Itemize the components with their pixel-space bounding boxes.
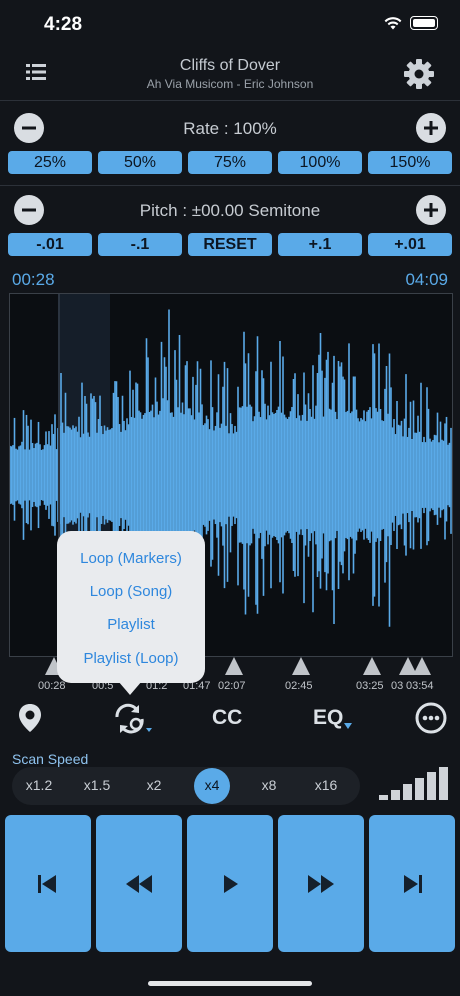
- scan-option-x16[interactable]: x16: [306, 777, 346, 793]
- marker-label: 02:07: [218, 680, 246, 692]
- play-button[interactable]: [187, 815, 273, 952]
- rate-preset-25-button[interactable]: 25%: [8, 151, 92, 174]
- wifi-icon: [384, 16, 402, 29]
- marker-label: 03:25: [356, 680, 384, 692]
- plus-icon: [424, 121, 438, 135]
- pitch-increase-button[interactable]: [416, 195, 446, 225]
- rate-presets: 25% 50% 75% 100% 150%: [8, 151, 452, 174]
- rate-increase-button[interactable]: [416, 113, 446, 143]
- pitch-label: Pitch : ±00.00 Semitone: [139, 201, 321, 220]
- rate-preset-100-button[interactable]: 100%: [278, 151, 362, 174]
- eq-label: EQ: [313, 706, 344, 729]
- loop-mode-button[interactable]: [112, 702, 156, 741]
- more-options-icon[interactable]: [415, 702, 447, 739]
- previous-track-button[interactable]: [5, 815, 91, 952]
- fast-forward-button[interactable]: [278, 815, 364, 952]
- rewind-icon: [126, 874, 152, 893]
- pitch-presets: -.01 -.1 RESET +.1 +.01: [8, 233, 452, 256]
- scan-speed-label: Scan Speed: [12, 751, 89, 767]
- rewind-button[interactable]: [96, 815, 182, 952]
- plus-icon: [424, 203, 438, 217]
- repeat-icon: [115, 703, 152, 734]
- scan-option-x8[interactable]: x8: [249, 777, 289, 793]
- rate-preset-50-button[interactable]: 50%: [98, 151, 182, 174]
- marker-triangle[interactable]: [292, 657, 310, 675]
- song-title: Cliffs of Dover: [179, 57, 281, 74]
- scan-option-x1.2[interactable]: x1.2: [19, 777, 59, 793]
- rate-label: Rate : 100%: [183, 119, 277, 138]
- current-time: 00:28: [12, 270, 55, 289]
- marker-label: 00:28: [38, 680, 66, 692]
- play-icon: [224, 874, 238, 893]
- playlist-loop-option[interactable]: Playlist (Loop): [57, 650, 205, 667]
- scan-option-x4[interactable]: x4: [192, 777, 232, 793]
- minus-icon: [22, 126, 36, 130]
- home-indicator: [148, 981, 312, 986]
- volume-level-icon[interactable]: [378, 766, 450, 800]
- pitch-decrease-button[interactable]: [14, 195, 44, 225]
- marker-triangle[interactable]: [363, 657, 381, 675]
- gear-icon[interactable]: [403, 58, 435, 95]
- minus-icon: [22, 208, 36, 212]
- marker-label: 03:54: [406, 680, 434, 692]
- scan-option-x2[interactable]: x2: [134, 777, 174, 793]
- pitch-minus-01-button[interactable]: -.1: [98, 233, 182, 256]
- eq-button[interactable]: EQ: [313, 706, 353, 730]
- chevron-down-icon: [344, 723, 353, 729]
- song-artist-album: Ah Via Musicom - Eric Johnson: [146, 77, 314, 91]
- pitch-plus-001-button[interactable]: +.01: [368, 233, 452, 256]
- total-time: 04:09: [405, 270, 448, 289]
- popup-arrow: [118, 681, 142, 695]
- fast-forward-icon: [308, 874, 334, 893]
- status-time: 4:28: [44, 14, 83, 35]
- marker-label: 02:45: [285, 680, 313, 692]
- rate-decrease-button[interactable]: [14, 113, 44, 143]
- location-pin-icon[interactable]: [17, 703, 43, 738]
- playlist-option[interactable]: Playlist: [57, 616, 205, 633]
- skip-next-icon: [404, 874, 422, 893]
- pitch-plus-01-button[interactable]: +.1: [278, 233, 362, 256]
- battery-icon: [410, 16, 438, 30]
- rate-preset-75-button[interactable]: 75%: [188, 151, 272, 174]
- pitch-minus-001-button[interactable]: -.01: [8, 233, 92, 256]
- marker-triangle[interactable]: [413, 657, 431, 675]
- loop-song-option[interactable]: Loop (Song): [57, 583, 205, 600]
- marker-triangle[interactable]: [225, 657, 243, 675]
- status-icons: [384, 16, 438, 30]
- pitch-reset-button[interactable]: RESET: [188, 233, 272, 256]
- divider: [0, 100, 460, 101]
- rate-preset-150-button[interactable]: 150%: [368, 151, 452, 174]
- loop-markers-option[interactable]: Loop (Markers): [57, 550, 205, 567]
- skip-previous-icon: [38, 874, 56, 893]
- next-track-button[interactable]: [369, 815, 455, 952]
- cc-button[interactable]: CC: [212, 706, 242, 730]
- marker-label: 03: [391, 680, 404, 692]
- scan-option-x1.5[interactable]: x1.5: [77, 777, 117, 793]
- divider: [0, 185, 460, 186]
